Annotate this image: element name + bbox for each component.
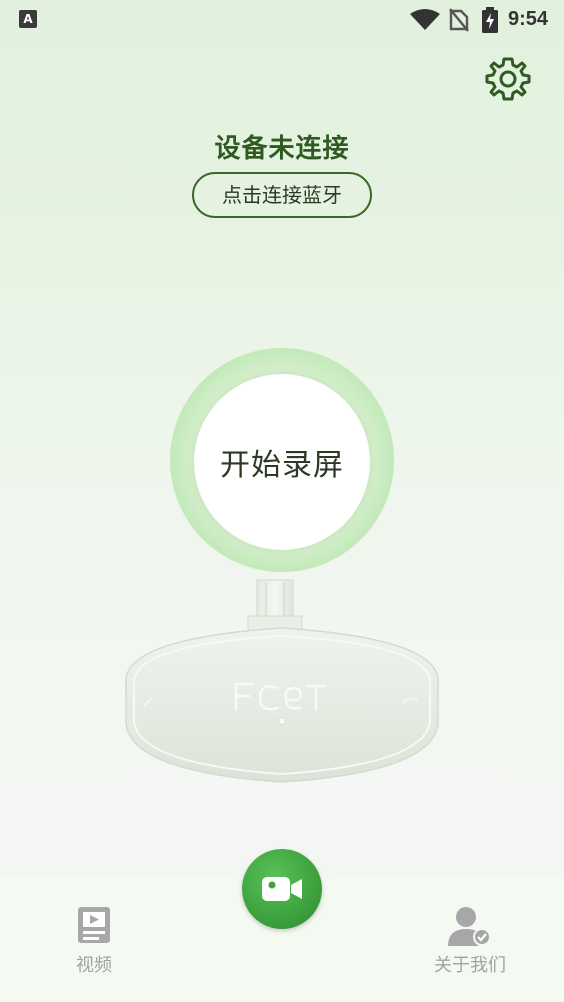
- status-bar: A 9:54: [0, 0, 564, 40]
- user-check-icon: [448, 907, 491, 946]
- clock: 9:54: [508, 8, 549, 30]
- video-camera-button[interactable]: [242, 849, 322, 929]
- keyboard-indicator-icon: A: [19, 10, 37, 28]
- connect-bluetooth-button[interactable]: 点击连接蓝牙: [192, 172, 372, 218]
- wifi-icon: [410, 9, 440, 30]
- start-recording-label: 开始录屏: [220, 448, 344, 483]
- video-camera-icon: [262, 877, 302, 901]
- device-illustration: [125, 579, 439, 783]
- video-list-icon: [78, 907, 110, 943]
- battery-charging-icon: [482, 7, 498, 33]
- gear-icon[interactable]: [484, 55, 532, 103]
- start-recording-button[interactable]: 开始录屏: [194, 374, 370, 550]
- device-status-title: 设备未连接: [214, 134, 350, 164]
- nav-item-video[interactable]: 视频: [60, 906, 128, 976]
- no-sim-icon: [449, 8, 469, 32]
- nav-item-about-us-label: 关于我们: [434, 955, 506, 976]
- nav-item-about-us[interactable]: 关于我们: [424, 906, 516, 976]
- nav-item-video-label: 视频: [76, 955, 112, 976]
